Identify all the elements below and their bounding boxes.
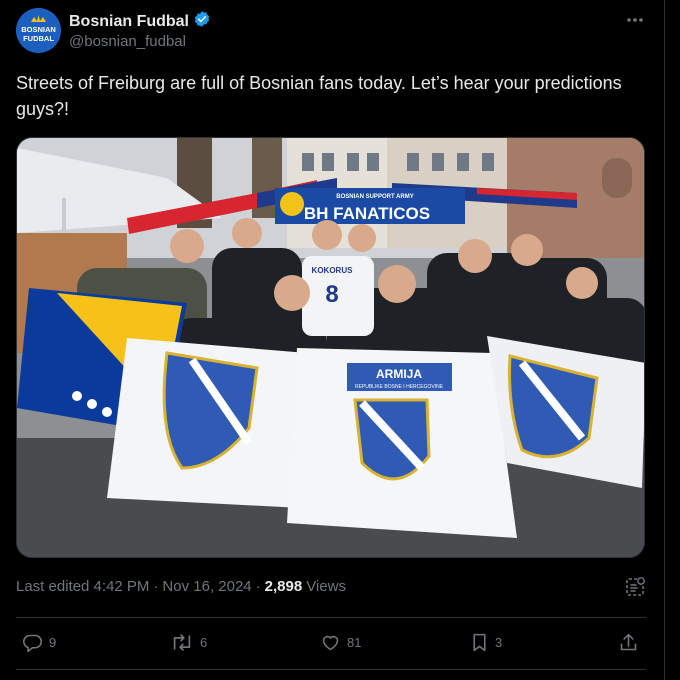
jersey-name-text: KOKORUS — [312, 266, 354, 275]
tweet-meta: Last edited 4:42 PM · Nov 16, 2024 · 2,8… — [16, 577, 346, 597]
meta-separator: · — [255, 578, 261, 595]
meta-separator: · — [153, 578, 159, 595]
reply-button[interactable]: 9 — [22, 632, 56, 653]
analytics-icon[interactable] — [624, 576, 646, 598]
flag-subtext: REPUBLIKE BOSNE I HERCEGOVINE — [355, 384, 444, 390]
bookmark-button[interactable]: 3 — [470, 632, 502, 653]
views-label: Views — [306, 578, 346, 595]
column-border — [664, 0, 665, 680]
banner-small-text: BOSNIAN SUPPORT ARMY — [336, 194, 413, 200]
action-bar: 9 6 81 3 — [16, 620, 646, 666]
reply-icon — [22, 632, 43, 653]
tweet-text: Streets of Freiburg are full of Bosnian … — [16, 73, 622, 119]
tweet-photo[interactable]: BOSNIAN SUPPORT ARMY BH FANATICOS KOKORU… — [16, 137, 645, 558]
repost-count: 6 — [200, 634, 208, 650]
bookmark-count: 3 — [495, 634, 503, 650]
jersey-number-text: 8 — [325, 281, 338, 308]
verified-badge-icon[interactable] — [193, 10, 211, 33]
avatar[interactable]: BOSNIAN FUDBAL — [16, 8, 61, 53]
divider-top — [16, 617, 646, 618]
bookmark-icon — [470, 632, 489, 653]
tweet-post: BOSNIAN FUDBAL Bosnian Fudbal @bosnian_f… — [0, 0, 664, 680]
views-count: 2,898 — [264, 578, 303, 595]
tweet-date[interactable]: Nov 16, 2024 — [162, 577, 251, 597]
avatar-text-line1: BOSNIAN — [21, 25, 56, 34]
flag-text: ARMIJA — [376, 367, 422, 381]
banner-text: BH FANATICOS — [304, 204, 430, 223]
share-button[interactable] — [618, 632, 639, 653]
repost-icon — [170, 632, 194, 653]
like-button[interactable]: 81 — [320, 632, 361, 653]
divider-bottom — [16, 669, 646, 670]
edited-label[interactable]: Last edited 4:42 PM — [16, 577, 149, 597]
reply-count: 9 — [49, 634, 57, 650]
author-handle[interactable]: @bosnian_fudbal — [69, 32, 186, 52]
author-display-name[interactable]: Bosnian Fudbal — [69, 12, 189, 32]
share-icon — [618, 632, 639, 653]
more-options-icon[interactable] — [624, 10, 646, 30]
author-name-row: Bosnian Fudbal — [69, 10, 211, 33]
heart-icon — [320, 632, 341, 653]
repost-button[interactable]: 6 — [170, 632, 207, 653]
like-count: 81 — [347, 634, 362, 650]
avatar-text-line2: FUDBAL — [23, 34, 54, 43]
